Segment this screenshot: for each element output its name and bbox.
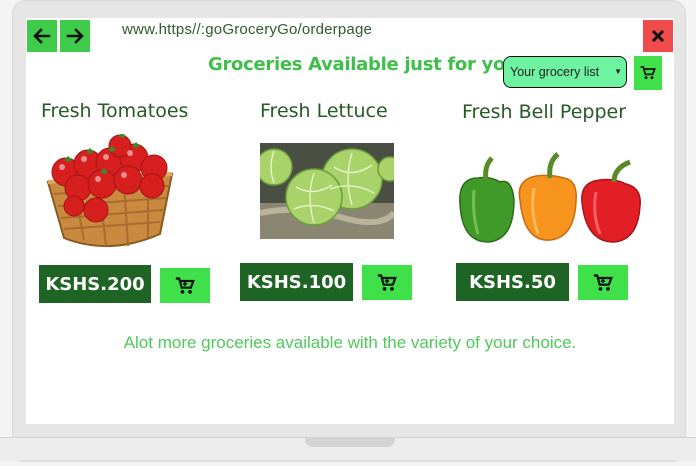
laptop-edge [20, 460, 676, 462]
grocery-list-select-value: Your grocery list [510, 65, 600, 79]
add-to-cart-bell-pepper[interactable] [578, 265, 628, 300]
price-lettuce: KSHS.100 [240, 263, 353, 301]
arrow-left-icon [33, 28, 51, 44]
cart-icon [640, 66, 656, 80]
add-to-cart-tomatoes[interactable] [160, 268, 210, 303]
close-icon [651, 29, 665, 43]
forward-button[interactable] [60, 20, 90, 52]
product-name-tomatoes: Fresh Tomatoes [41, 100, 189, 122]
price-bell-pepper: KSHS.50 [456, 263, 569, 301]
cart-icon [377, 273, 397, 291]
arrow-right-icon [66, 28, 84, 44]
tomatoes-image[interactable] [44, 133, 178, 257]
header-cart-button[interactable] [634, 56, 662, 90]
address-bar[interactable]: www.https//:goGroceryGo/orderpage [122, 21, 372, 38]
page-headline: Groceries Available just for you! [208, 54, 526, 75]
bell-pepper-image[interactable] [454, 144, 644, 251]
cart-icon [593, 273, 613, 291]
close-button[interactable] [643, 20, 673, 52]
grocery-list-select[interactable]: Your grocery list ▼ [503, 56, 627, 88]
price-tomatoes: KSHS.200 [39, 265, 151, 303]
back-button[interactable] [27, 20, 57, 52]
browser-screen: www.https//:goGroceryGo/orderpage Grocer… [26, 18, 674, 424]
chevron-down-icon: ▼ [614, 67, 622, 76]
footer-message: Alot more groceries available with the v… [123, 333, 577, 352]
product-name-lettuce: Fresh Lettuce [260, 100, 388, 122]
laptop-notch [305, 437, 395, 447]
cart-icon [175, 276, 195, 294]
add-to-cart-lettuce[interactable] [362, 265, 412, 300]
lettuce-image[interactable] [255, 143, 403, 244]
product-name-bell-pepper: Fresh Bell Pepper [462, 101, 627, 123]
